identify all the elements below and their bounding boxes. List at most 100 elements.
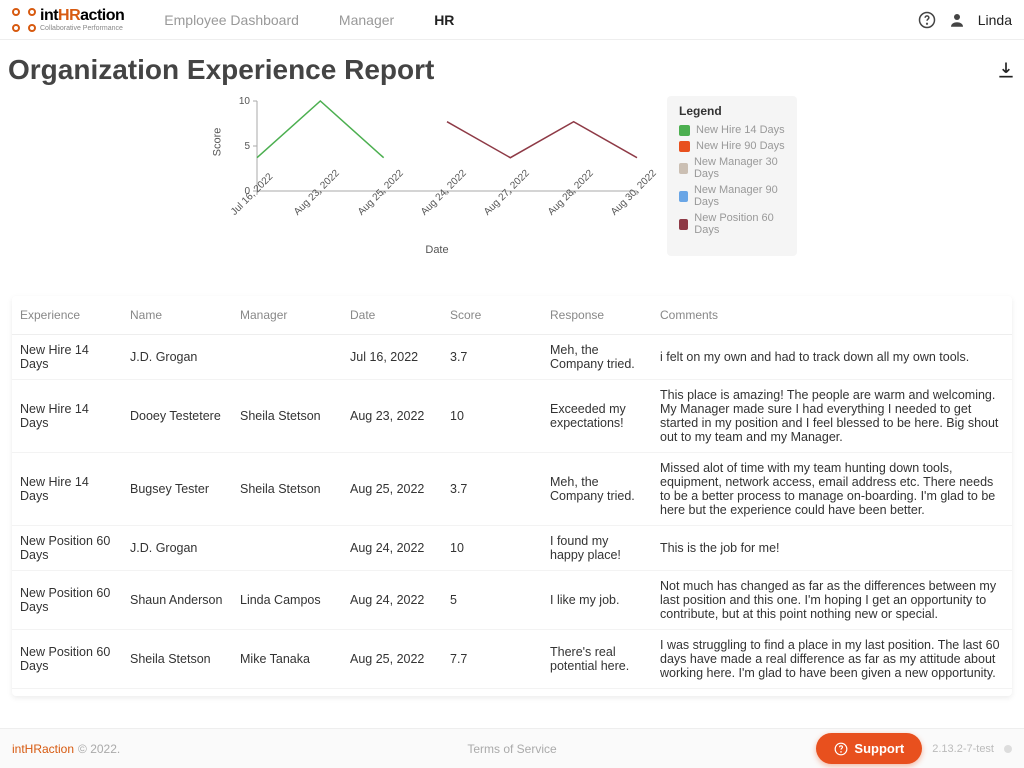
chart-y-label: Score — [211, 128, 223, 157]
cell-score: 5 — [442, 571, 542, 630]
legend-title: Legend — [679, 104, 785, 118]
nav-item-employee-dashboard[interactable]: Employee Dashboard — [164, 12, 299, 28]
support-icon — [834, 742, 848, 756]
legend-item[interactable]: New Manager 30 Days — [679, 156, 785, 180]
nav-item-manager[interactable]: Manager — [339, 12, 394, 28]
legend-swatch — [679, 219, 688, 230]
cell-comments: I was struggling to find a place in my l… — [652, 630, 1012, 689]
cell-response: I found my happy place! — [542, 526, 652, 571]
cell-date: Aug 25, 2022 — [342, 453, 442, 526]
status-dot-icon — [1004, 745, 1012, 753]
legend-item[interactable]: New Hire 14 Days — [679, 124, 785, 136]
cell-experience: New Position 60 Days — [12, 630, 122, 689]
experience-table-card: ExperienceNameManagerDateScoreResponseCo… — [12, 296, 1012, 696]
cell-response: Exceeded my expectations! — [542, 380, 652, 453]
logo-sub: Collaborative Performance — [40, 25, 124, 32]
cell-score: 10 — [442, 526, 542, 571]
table-header[interactable]: Score — [442, 296, 542, 335]
cell-name: Sidney Marcus — [122, 689, 232, 697]
user-icon — [948, 11, 966, 29]
table-header[interactable]: Experience — [12, 296, 122, 335]
table-header[interactable]: Manager — [232, 296, 342, 335]
cell-date: Jul 16, 2022 — [342, 335, 442, 380]
table-row[interactable]: New Position 60 DaysJ.D. GroganAug 24, 2… — [12, 526, 1012, 571]
legend-item[interactable]: New Manager 90 Days — [679, 184, 785, 208]
table-header[interactable]: Date — [342, 296, 442, 335]
support-button[interactable]: Support — [816, 733, 922, 764]
svg-text:10: 10 — [239, 96, 251, 107]
table-row[interactable]: New Position 60 DaysSidney MarcusMike Ta… — [12, 689, 1012, 697]
cell-name: Shaun Anderson — [122, 571, 232, 630]
cell-name: Dooey Testetere — [122, 380, 232, 453]
table-scroll[interactable]: ExperienceNameManagerDateScoreResponseCo… — [12, 296, 1012, 696]
cell-experience: New Hire 14 Days — [12, 453, 122, 526]
download-icon[interactable] — [996, 60, 1016, 80]
cell-comments: The moves being made do not change the f… — [652, 689, 1012, 697]
cell-date: Aug 25, 2022 — [342, 630, 442, 689]
cell-name: J.D. Grogan — [122, 526, 232, 571]
cell-manager: Sheila Stetson — [232, 380, 342, 453]
cell-date: Aug 23, 2022 — [342, 380, 442, 453]
logo-post: action — [80, 7, 124, 24]
legend-item[interactable]: New Position 60 Days — [679, 212, 785, 236]
table-header[interactable]: Name — [122, 296, 232, 335]
legend-swatch — [679, 163, 688, 174]
cell-response: I like my job. — [542, 571, 652, 630]
cell-score: 3.7 — [442, 453, 542, 526]
cell-name: J.D. Grogan — [122, 335, 232, 380]
cell-name: Bugsey Tester — [122, 453, 232, 526]
cell-response: Meh, the Company tried. — [542, 453, 652, 526]
cell-comments: This is the job for me! — [652, 526, 1012, 571]
cell-response: Meh, the Company tried. — [542, 335, 652, 380]
support-label: Support — [854, 741, 904, 756]
chart[interactable]: 0510 — [227, 96, 647, 206]
cell-manager: Linda Campos — [232, 571, 342, 630]
cell-response: There's real potential here. — [542, 630, 652, 689]
chart-area: Score 0510 Jul 16, 2022Aug 23, 2022Aug 2… — [0, 96, 1024, 256]
chart-legend: Legend New Hire 14 Days New Hire 90 Days N… — [667, 96, 797, 256]
logo-pre: int — [40, 7, 58, 24]
footer-copy: © 2022. — [78, 742, 120, 756]
table-header[interactable]: Response — [542, 296, 652, 335]
table-row[interactable]: New Hire 14 DaysDooey TestetereSheila St… — [12, 380, 1012, 453]
table-row[interactable]: New Position 60 DaysShaun AndersonLinda … — [12, 571, 1012, 630]
cell-comments: Missed alot of time with my team hunting… — [652, 453, 1012, 526]
cell-experience: New Position 60 Days — [12, 526, 122, 571]
legend-label: New Manager 30 Days — [694, 156, 785, 180]
logo-icon — [12, 8, 36, 32]
table-header[interactable]: Comments — [652, 296, 1012, 335]
legend-label: New Hire 90 Days — [696, 140, 785, 152]
cell-manager: Mike Tanaka — [232, 630, 342, 689]
table-row[interactable]: New Hire 14 DaysBugsey TesterSheila Stet… — [12, 453, 1012, 526]
table-row[interactable]: New Position 60 DaysSheila StetsonMike T… — [12, 630, 1012, 689]
footer-brand[interactable]: intHRaction — [12, 742, 74, 756]
cell-experience: New Position 60 Days — [12, 689, 122, 697]
username[interactable]: Linda — [978, 12, 1012, 28]
topbar: intHRaction Collaborative Performance Em… — [0, 0, 1024, 40]
legend-label: New Position 60 Days — [694, 212, 785, 236]
legend-item[interactable]: New Hire 90 Days — [679, 140, 785, 152]
version-label: 2.13.2-7-test — [932, 743, 994, 755]
legend-swatch — [679, 191, 688, 202]
cell-date: Aug 27, 2022 — [342, 689, 442, 697]
cell-score: 3.7 — [442, 689, 542, 697]
svg-text:5: 5 — [244, 141, 250, 152]
help-icon[interactable] — [918, 11, 936, 29]
cell-manager — [232, 335, 342, 380]
logo[interactable]: intHRaction Collaborative Performance — [12, 7, 124, 32]
chart-x-label: Date — [227, 244, 647, 256]
cell-score: 7.7 — [442, 630, 542, 689]
legend-swatch — [679, 125, 690, 136]
cell-score: 3.7 — [442, 335, 542, 380]
experience-table: ExperienceNameManagerDateScoreResponseCo… — [12, 296, 1012, 696]
legend-label: New Manager 90 Days — [694, 184, 785, 208]
cell-date: Aug 24, 2022 — [342, 571, 442, 630]
cell-comments: i felt on my own and had to track down a… — [652, 335, 1012, 380]
table-row[interactable]: New Hire 14 DaysJ.D. GroganJul 16, 20223… — [12, 335, 1012, 380]
legend-label: New Hire 14 Days — [696, 124, 785, 136]
nav-item-hr[interactable]: HR — [434, 12, 454, 28]
page-title: Organization Experience Report — [8, 54, 434, 86]
cell-experience: New Position 60 Days — [12, 571, 122, 630]
cell-manager: Mike Tanaka — [232, 689, 342, 697]
logo-mid: HR — [58, 7, 80, 24]
